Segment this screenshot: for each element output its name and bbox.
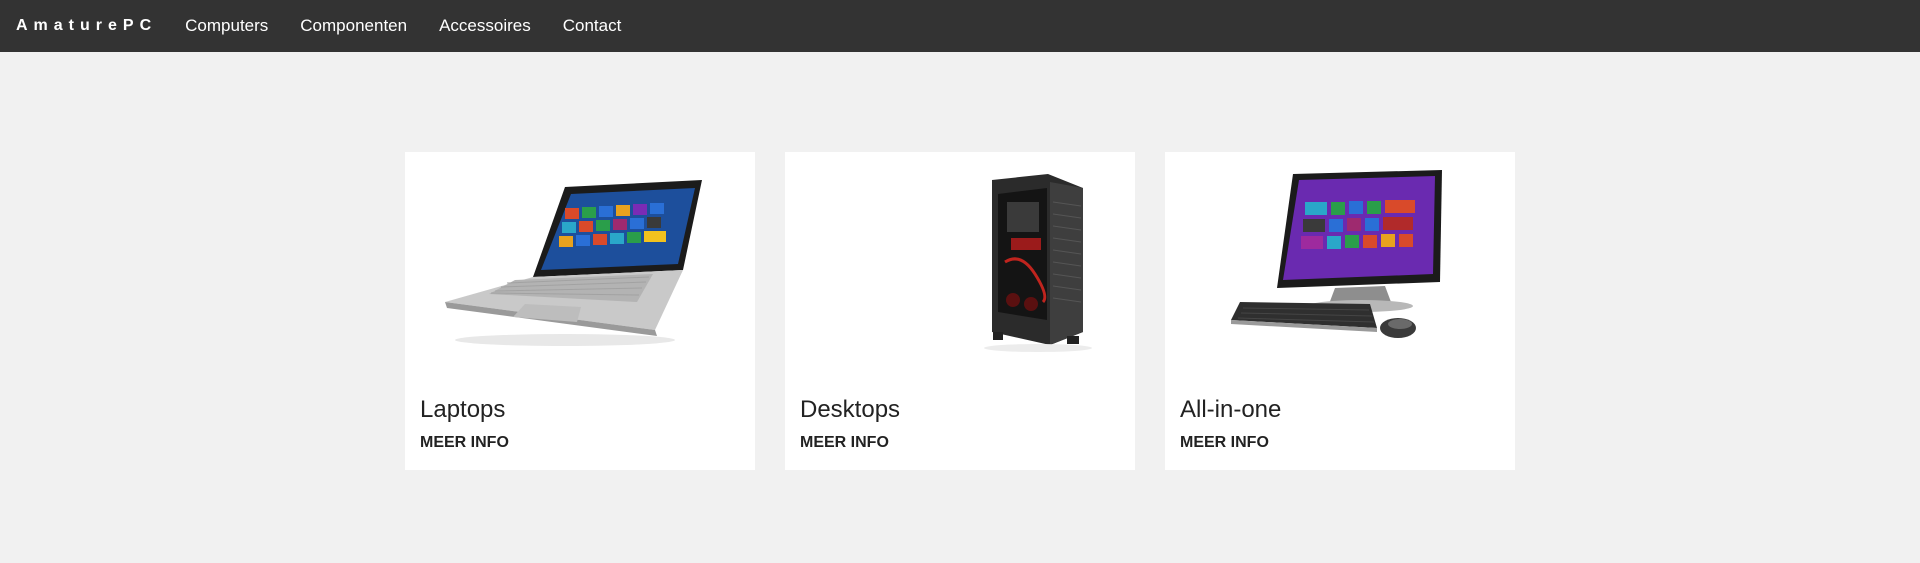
card-all-in-one[interactable]: All-in-one MEER INFO	[1165, 152, 1515, 470]
nav-link-componenten[interactable]: Componenten	[300, 16, 407, 36]
meer-info-link-laptops[interactable]: MEER INFO	[420, 434, 509, 452]
all-in-one-pc-image	[1231, 170, 1442, 338]
product-cards: Laptops MEER INFO Desktops MEER INFO All…	[405, 152, 1515, 470]
card-title-desktops: Desktops	[800, 396, 901, 423]
meer-info-link-all-in-one[interactable]: MEER INFO	[1180, 434, 1269, 452]
laptop-image	[445, 180, 702, 346]
card-laptops[interactable]: Laptops MEER INFO	[405, 152, 755, 470]
top-navbar: AmaturePC Computers Componenten Accessoi…	[0, 0, 1920, 52]
card-desktops[interactable]: Desktops MEER INFO	[785, 152, 1135, 470]
nav-link-accessoires[interactable]: Accessoires	[439, 16, 531, 36]
card-title-all-in-one: All-in-one	[1180, 396, 1282, 423]
nav-link-computers[interactable]: Computers	[185, 16, 268, 36]
meer-info-link-desktops[interactable]: MEER INFO	[800, 434, 889, 452]
nav-link-contact[interactable]: Contact	[563, 16, 622, 36]
brand-logo[interactable]: AmaturePC	[16, 17, 157, 35]
card-title-laptops: Laptops	[420, 396, 506, 423]
desktop-tower-image	[984, 174, 1092, 352]
